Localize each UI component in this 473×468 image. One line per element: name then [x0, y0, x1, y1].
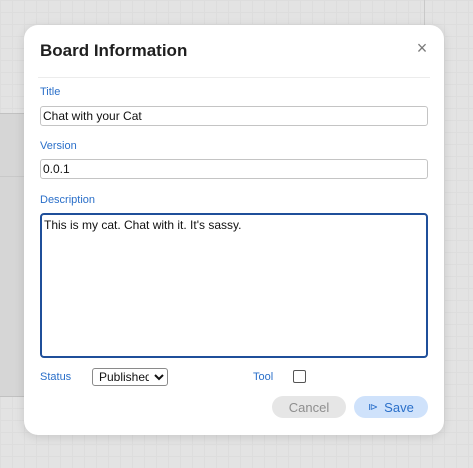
cancel-button[interactable]: Cancel	[272, 396, 346, 418]
version-label: Version	[40, 140, 77, 152]
close-icon[interactable]: ×	[414, 39, 430, 57]
save-button[interactable]: ⧐ Save	[354, 396, 428, 418]
cancel-button-label: Cancel	[288, 399, 330, 415]
title-input[interactable]	[40, 106, 428, 126]
save-button-label: Save	[384, 399, 414, 415]
description-textarea[interactable]: This is my cat. Chat with it. It's sassy…	[40, 213, 428, 358]
title-label: Title	[40, 86, 61, 98]
board-information-dialog: Board Information × Title Version Descri…	[24, 25, 444, 435]
save-icon: ⧐	[368, 401, 379, 413]
status-label: Status	[40, 371, 72, 383]
description-label: Description	[40, 194, 96, 206]
tool-checkbox[interactable]	[293, 370, 306, 383]
dialog-title: Board Information	[40, 41, 188, 60]
version-input[interactable]	[40, 159, 428, 179]
tool-label: Tool	[253, 371, 274, 383]
status-select[interactable]: Published	[92, 368, 168, 386]
header-divider	[38, 77, 430, 78]
